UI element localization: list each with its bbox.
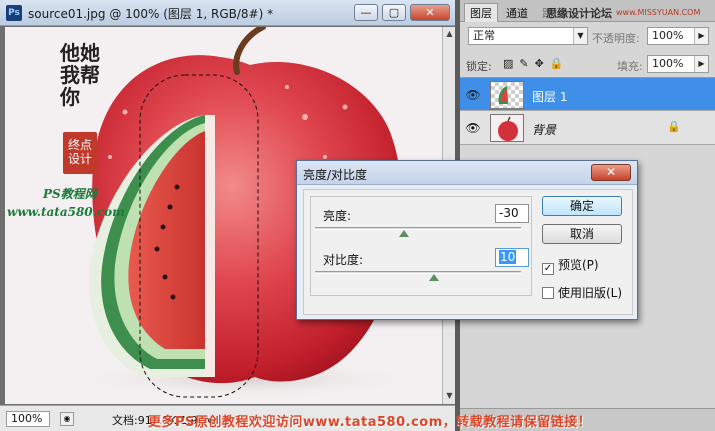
seal-watermark: 终点设计 <box>63 132 97 174</box>
arrow-right-icon: ▶ <box>694 56 708 72</box>
adjustment-group: 亮度: -30 对比度: 10 <box>310 196 532 296</box>
opacity-field[interactable]: 100% ▶ <box>647 27 709 45</box>
eye-icon[interactable]: 👁 <box>465 87 481 103</box>
brightness-slider-track[interactable] <box>315 227 521 230</box>
lock-label: 锁定: <box>466 60 492 73</box>
document-title: source01.jpg @ 100% (图层 1, RGB/8#) * <box>28 7 274 21</box>
lock-all-icon[interactable]: 🔒 <box>550 57 570 70</box>
fill-label: 填充: <box>617 60 643 73</box>
contrast-label: 对比度: <box>323 253 364 267</box>
scroll-down-icon[interactable]: ▼ <box>445 391 454 400</box>
psnet-watermark: PS教程网 <box>43 187 97 201</box>
close-button[interactable]: ✕ <box>410 4 450 21</box>
lock-icon: 🔒 <box>667 120 681 133</box>
preview-checkbox[interactable]: ✓ 预览(P) <box>542 256 599 275</box>
status-menu-icon[interactable]: ◉ <box>60 412 74 426</box>
url-watermark: www.tata580.com <box>7 205 125 219</box>
tab-channels[interactable]: 通道 <box>500 3 534 22</box>
document-titlebar[interactable]: Ps source01.jpg @ 100% (图层 1, RGB/8#) * … <box>0 0 455 26</box>
dialog-title: 亮度/对比度 <box>303 168 368 182</box>
legacy-checkbox[interactable]: 使用旧版(L) <box>542 284 622 301</box>
lock-pixels-icon[interactable]: ✎ <box>519 57 534 70</box>
brightness-label: 亮度: <box>323 209 352 223</box>
scroll-up-icon[interactable]: ▲ <box>445 29 454 38</box>
cancel-button[interactable]: 取消 <box>542 224 622 244</box>
checkmark-icon[interactable]: ✓ <box>542 263 554 275</box>
minimize-button[interactable]: — <box>354 4 378 21</box>
blend-mode-select[interactable]: 正常 ▼ <box>468 27 588 45</box>
layer-thumbnail <box>490 114 524 142</box>
fill-field[interactable]: 100% ▶ <box>647 55 709 73</box>
opacity-label: 不透明度: <box>592 32 640 45</box>
forum-site-watermark: www.MISSYUAN.COM <box>616 8 701 17</box>
dialog-body: 亮度: -30 对比度: 10 确定 取消 ✓ 预览(P) 使用旧版(L) <box>303 189 633 315</box>
chevron-down-icon: ▼ <box>573 28 587 44</box>
layer-name[interactable]: 背景 <box>532 121 556 138</box>
layer-name[interactable]: 图层 1 <box>532 88 567 105</box>
layer-row-background[interactable]: 👁 背景 🔒 <box>460 111 715 145</box>
bottom-banner-watermark: 更多PS原创教程欢迎访问www.tata580.com，转载教程请保留链接！ <box>148 415 592 430</box>
layer-row-layer1[interactable]: 👁 图层 1 <box>460 77 715 111</box>
legacy-label: 使用旧版(L) <box>558 286 623 300</box>
contrast-slider-track[interactable] <box>315 271 521 274</box>
vertical-watermark: 他她我帮你 <box>60 41 100 109</box>
maximize-button[interactable]: ▢ <box>382 4 406 21</box>
photoshop-icon: Ps <box>6 5 22 21</box>
ok-button[interactable]: 确定 <box>542 196 622 216</box>
brightness-input[interactable]: -30 <box>495 204 529 223</box>
contrast-slider-thumb[interactable] <box>429 274 439 281</box>
checkbox-empty-icon[interactable] <box>542 287 554 299</box>
lock-options[interactable]: ▨✎✥🔒 <box>503 57 570 70</box>
tab-layers[interactable]: 图层 <box>464 3 498 22</box>
brightness-contrast-dialog: 亮度/对比度 ✕ 亮度: -30 对比度: 10 确定 取消 ✓ 预览(P) 使用… <box>296 160 638 320</box>
dialog-close-button[interactable]: ✕ <box>591 164 631 181</box>
panel-tabs: 图层 通道 路径 思缘设计论坛 www.MISSYUAN.COM <box>460 0 715 22</box>
brightness-slider-thumb[interactable] <box>399 230 409 237</box>
contrast-input[interactable]: 10 <box>495 248 529 267</box>
dialog-titlebar[interactable]: 亮度/对比度 ✕ <box>297 161 637 185</box>
lock-transparent-icon[interactable]: ▨ <box>503 57 519 70</box>
lock-position-icon[interactable]: ✥ <box>535 57 550 70</box>
eye-icon[interactable]: 👁 <box>465 120 481 136</box>
preview-label: 预览(P) <box>558 258 599 272</box>
arrow-right-icon: ▶ <box>694 28 708 44</box>
zoom-field[interactable]: 100% <box>6 411 50 427</box>
forum-watermark: 思缘设计论坛 <box>546 7 612 20</box>
layer-thumbnail <box>490 81 524 109</box>
